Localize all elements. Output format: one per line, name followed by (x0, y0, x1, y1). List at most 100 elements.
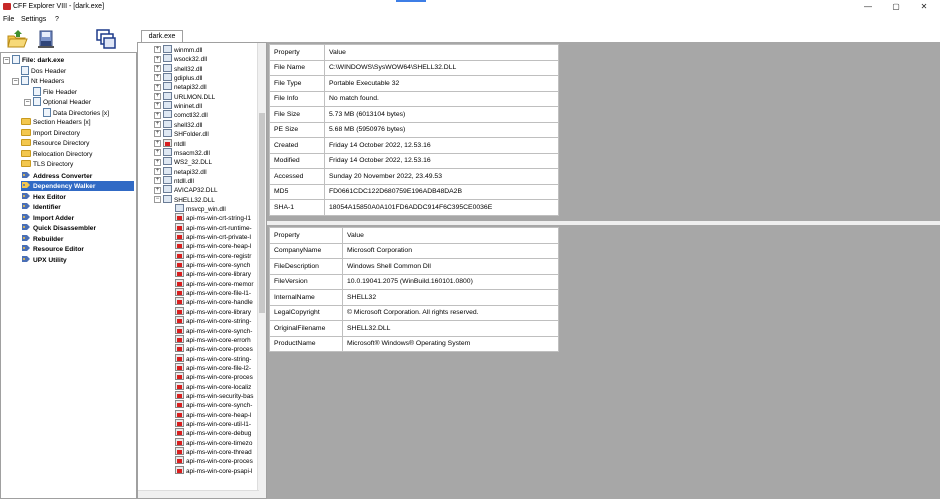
table-row[interactable]: CompanyName Microsoft Corporation (269, 242, 559, 259)
panel-splitter[interactable] (267, 221, 940, 225)
module-child-item[interactable]: api-ms-win-core-library (175, 269, 251, 278)
close-button[interactable]: ✕ (914, 1, 934, 13)
expand-toggle[interactable]: + (154, 93, 161, 101)
tree-root[interactable]: File: dark.exe (12, 55, 64, 65)
module-item[interactable]: wininet.dll (163, 101, 202, 110)
module-child-item[interactable]: api-ms-win-core-library (175, 306, 251, 316)
module-child-item[interactable]: api-ms-win-crt-private-l (175, 232, 251, 241)
expand-toggle[interactable]: + (154, 46, 161, 54)
table-row[interactable]: Created Friday 14 October 2022, 12.53.16 (269, 137, 559, 154)
module-item[interactable]: netapi32.dll (163, 82, 207, 91)
table-row[interactable]: File Size 5.73 MB (6013104 bytes) (269, 106, 559, 123)
module-item[interactable]: winmm.dll (163, 45, 202, 54)
module-item[interactable]: SHFolder.dll (163, 129, 209, 138)
menu-settings[interactable]: Settings (21, 16, 46, 23)
tree-item-address-converter[interactable]: Address Converter (21, 171, 92, 181)
collapse-toggle[interactable]: − (12, 78, 19, 85)
module-child-item[interactable]: api-ms-win-core-synch (175, 260, 250, 269)
column-header[interactable]: Value (342, 227, 559, 244)
save-icon[interactable] (35, 28, 57, 50)
module-child-item[interactable]: api-ms-win-core-proces (175, 372, 253, 381)
tree-item-relocation-directory[interactable]: Relocation Directory (21, 149, 92, 160)
module-child-item[interactable]: api-ms-win-core-debug (175, 428, 251, 437)
expand-toggle[interactable]: + (154, 186, 161, 194)
table-row[interactable]: LegalCopyright © Microsoft Corporation. A… (269, 304, 559, 321)
menu-help[interactable]: ? (55, 16, 59, 23)
module-item[interactable]: WS2_32.DLL (163, 157, 212, 166)
module-child-item[interactable]: api-ms-win-security-bas (175, 390, 253, 400)
table-row[interactable]: FileDescription Windows Shell Common Dll (269, 258, 559, 275)
module-item[interactable]: SHELL32.DLL (163, 194, 215, 204)
tree-item-resource-directory[interactable]: Resource Directory (21, 139, 89, 149)
module-item[interactable]: gdiplus.dll (163, 73, 202, 82)
minimize-button[interactable]: — (858, 1, 878, 13)
module-item[interactable]: URLMON.DLL (163, 91, 215, 101)
module-child-item[interactable]: api-ms-win-core-string- (175, 353, 251, 363)
module-item[interactable]: shell32.dll (163, 63, 202, 73)
module-child-item[interactable]: api-ms-win-core-proces (175, 344, 253, 353)
module-child-item[interactable]: msvcp_win.dll (175, 203, 226, 213)
table-row[interactable]: File Name C:\WINDOWS\SysWOW64\SHELL32.DLL (269, 59, 559, 76)
module-item[interactable]: msacm32.dll (163, 147, 210, 157)
table-row[interactable]: SHA-1 18054A15850A0A101FD6ADDC914F6C395CE… (269, 199, 559, 216)
tree-item-file-header[interactable]: File Header (33, 86, 77, 97)
expand-toggle[interactable]: + (154, 158, 161, 166)
table-row[interactable]: MD5 FD0661CDC122D680759E196ADB48DA2B (269, 183, 559, 200)
module-child-item[interactable]: api-ms-win-crt-string-l1 (175, 213, 251, 222)
expand-toggle[interactable]: + (154, 111, 161, 119)
module-child-item[interactable]: api-ms-win-core-proces (175, 456, 253, 465)
vertical-scrollbar[interactable] (257, 43, 266, 498)
table-row[interactable]: Accessed Sunday 20 November 2022, 23.49.5… (269, 168, 559, 185)
module-child-item[interactable]: api-ms-win-core-psapi-l (175, 465, 252, 475)
module-child-item[interactable]: api-ms-win-core-util-l1- (175, 419, 251, 428)
tree-item-dependency-walker[interactable]: Dependency Walker (21, 181, 134, 191)
expand-toggle[interactable]: + (154, 149, 161, 157)
module-child-item[interactable]: api-ms-win-core-errorh (175, 334, 251, 344)
tree-item-import-adder[interactable]: Import Adder (21, 213, 74, 223)
tree-item-identifier[interactable]: Identifier (21, 202, 61, 212)
tree-item-data-directories[interactable]: Data Directories [x] (43, 107, 109, 118)
expand-toggle[interactable]: + (154, 139, 161, 147)
table-row[interactable]: InternalName SHELL32 (269, 289, 559, 306)
expand-toggle[interactable]: + (154, 167, 161, 175)
scroll-thumb[interactable] (259, 113, 265, 313)
column-header[interactable]: Property (269, 44, 325, 61)
tree-item-rebuilder[interactable]: Rebuilder (21, 234, 63, 244)
module-child-item[interactable]: api-ms-win-core-file-l2- (175, 362, 251, 372)
table-row[interactable]: OriginalFilename SHELL32.DLL (269, 320, 559, 337)
column-header[interactable]: Property (269, 227, 343, 244)
tree-item-quick-disassembler[interactable]: Quick Disassembler (21, 223, 96, 233)
expand-toggle[interactable]: + (154, 74, 161, 82)
module-child-item[interactable]: api-ms-win-core-file-l1- (175, 288, 251, 297)
column-header[interactable]: Value (324, 44, 559, 61)
tree-item-dos-header[interactable]: Dos Header (21, 65, 66, 76)
tree-item-nt-headers[interactable]: Nt Headers (21, 76, 64, 86)
structure-tree[interactable]: − File: dark.exe Dos Header − Nt Headers… (0, 52, 137, 499)
module-child-item[interactable]: api-ms-win-core-string- (175, 316, 251, 325)
module-item[interactable]: shell32.dll (163, 119, 202, 129)
expand-toggle[interactable]: − (154, 195, 161, 203)
menu-file[interactable]: File (3, 16, 14, 23)
expand-toggle[interactable]: + (154, 83, 161, 91)
table-row[interactable]: ProductName Microsoft® Windows® Operating… (269, 335, 559, 352)
maximize-button[interactable]: ▢ (886, 1, 906, 13)
tree-item-resource-editor[interactable]: Resource Editor (21, 244, 84, 254)
table-row[interactable]: File Type Portable Executable 32 (269, 75, 559, 92)
table-row[interactable]: File Info No match found. (269, 90, 559, 107)
module-child-item[interactable]: api-ms-win-core-timezo (175, 437, 252, 447)
module-item[interactable]: netapi32.dll (163, 166, 207, 176)
tree-item-tls-directory[interactable]: TLS Directory (21, 160, 73, 170)
dependency-tree[interactable]: + winmm.dll + wsock32.dll + shell32.dll + gdipl… (137, 42, 267, 499)
module-child-item[interactable]: api-ms-win-core-localiz (175, 381, 251, 391)
module-item[interactable]: wsock32.dll (163, 54, 207, 63)
table-row[interactable]: Modified Friday 14 October 2022, 12.53.16 (269, 152, 559, 169)
expand-toggle[interactable]: + (154, 55, 161, 63)
tree-item-upx-utility[interactable]: UPX Utility (21, 255, 67, 265)
module-child-item[interactable]: api-ms-win-core-synch- (175, 325, 252, 335)
module-child-item[interactable]: api-ms-win-core-heap-l (175, 241, 251, 250)
windows-icon[interactable] (95, 28, 117, 50)
tree-item-import-directory[interactable]: Import Directory (21, 128, 80, 139)
collapse-toggle[interactable]: − (24, 99, 31, 106)
module-child-item[interactable]: api-ms-win-core-heap-l (175, 409, 251, 419)
tree-item-section-headers[interactable]: Section Headers [x] (21, 118, 91, 128)
